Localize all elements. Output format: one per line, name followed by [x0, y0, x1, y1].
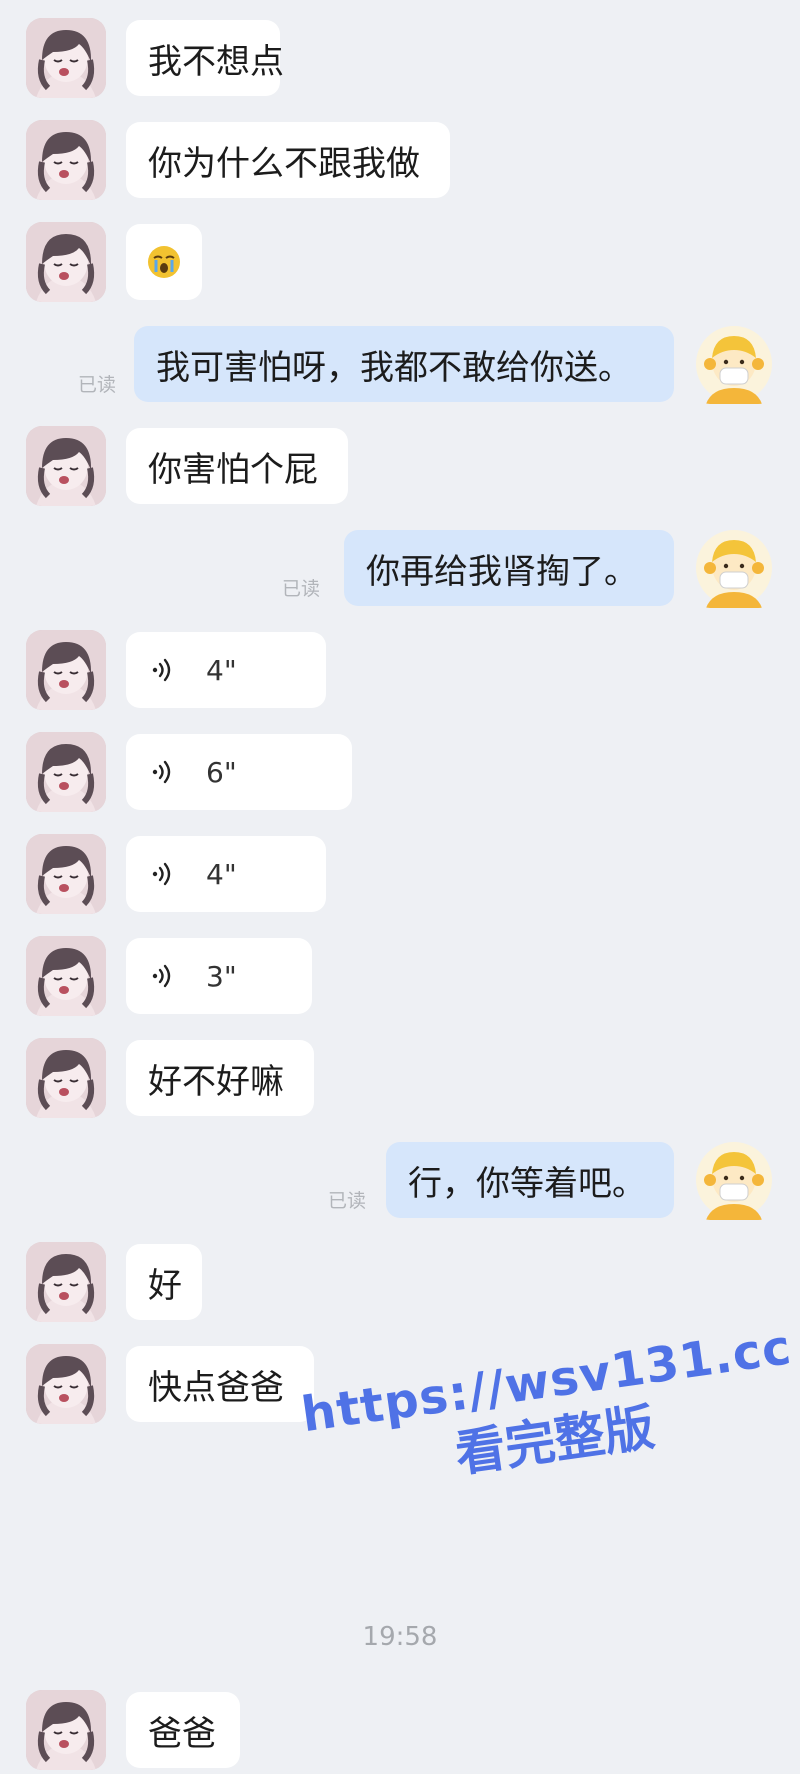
message-bubble[interactable]: 快点爸爸	[126, 1346, 314, 1422]
message-bubble[interactable]: 我可害怕呀，我都不敢给你送。	[134, 326, 674, 402]
message-text: 你为什么不跟我做	[148, 143, 420, 184]
girl-avatar-icon	[26, 1038, 106, 1118]
message-row: 已读 行，你等着吧。	[0, 1140, 800, 1224]
girl-avatar-icon	[26, 426, 106, 506]
read-receipt: 已读	[328, 1190, 367, 1212]
message-row: 4"	[0, 630, 800, 714]
voice-duration: 4"	[206, 857, 237, 891]
voice-wave-icon	[148, 961, 178, 991]
message-row: 爸爸	[0, 1690, 800, 1774]
message-text: 爸爸	[148, 1713, 216, 1754]
message-row: 已读 我可害怕呀，我都不敢给你送。	[0, 324, 800, 408]
read-receipt: 已读	[282, 578, 321, 600]
voice-wave-icon	[148, 859, 178, 889]
masked-person-avatar-icon	[696, 530, 772, 608]
message-text: 好	[148, 1265, 182, 1306]
voice-message[interactable]: 4"	[126, 836, 326, 912]
sender-avatar[interactable]	[26, 732, 106, 812]
sender-avatar[interactable]	[26, 834, 106, 914]
message-row	[0, 222, 800, 306]
voice-duration: 6"	[206, 755, 237, 789]
sender-avatar[interactable]	[26, 18, 106, 98]
voice-wave-icon	[148, 757, 178, 787]
user-avatar[interactable]	[694, 1140, 774, 1220]
message-bubble[interactable]: 行，你等着吧。	[386, 1142, 674, 1218]
sender-avatar[interactable]	[26, 426, 106, 506]
girl-avatar-icon	[26, 834, 106, 914]
girl-avatar-icon	[26, 18, 106, 98]
chat-window: 我不想点 你为什么不跟我做 已读 我可害怕呀，我都不敢给你送。 你害怕个屁 已读…	[0, 0, 800, 1770]
message-bubble[interactable]: 你再给我肾掏了。	[344, 530, 674, 606]
message-row: 已读 你再给我肾掏了。	[0, 528, 800, 612]
message-row: 4"	[0, 834, 800, 918]
voice-wave-icon	[148, 655, 178, 685]
girl-avatar-icon	[26, 936, 106, 1016]
sender-avatar[interactable]	[26, 630, 106, 710]
masked-person-avatar-icon	[696, 326, 772, 404]
message-row: 你害怕个屁	[0, 426, 800, 510]
sender-avatar[interactable]	[26, 120, 106, 200]
message-text: 好不好嘛	[148, 1061, 284, 1102]
message-row: 你为什么不跟我做	[0, 120, 800, 204]
sender-avatar[interactable]	[26, 1344, 106, 1424]
message-text: 我可害怕呀，我都不敢给你送。	[156, 347, 632, 388]
message-bubble[interactable]: 爸爸	[126, 1692, 240, 1768]
sender-avatar[interactable]	[26, 1038, 106, 1118]
message-row: 我不想点	[0, 18, 800, 102]
voice-duration: 3"	[206, 959, 237, 993]
message-row: 快点爸爸	[0, 1344, 800, 1428]
message-bubble[interactable]: 你为什么不跟我做	[126, 122, 450, 198]
voice-message[interactable]: 6"	[126, 734, 352, 810]
message-text: 你害怕个屁	[148, 449, 318, 490]
read-receipt: 已读	[78, 374, 117, 396]
message-timestamp: 19:58	[362, 1622, 438, 1652]
message-row: 3"	[0, 936, 800, 1020]
girl-avatar-icon	[26, 120, 106, 200]
sender-avatar[interactable]	[26, 222, 106, 302]
message-row: 好不好嘛	[0, 1038, 800, 1122]
sender-avatar[interactable]	[26, 1690, 106, 1770]
user-avatar[interactable]	[694, 528, 774, 608]
voice-duration: 4"	[206, 653, 237, 687]
message-bubble[interactable]: 好不好嘛	[126, 1040, 314, 1116]
sender-avatar[interactable]	[26, 1242, 106, 1322]
masked-person-avatar-icon	[696, 1142, 772, 1220]
girl-avatar-icon	[26, 1344, 106, 1424]
message-text: 你再给我肾掏了。	[366, 551, 638, 592]
girl-avatar-icon	[26, 1242, 106, 1322]
message-bubble[interactable]	[126, 224, 202, 300]
voice-message[interactable]: 3"	[126, 938, 312, 1014]
sender-avatar[interactable]	[26, 936, 106, 1016]
message-row: 好	[0, 1242, 800, 1326]
voice-message[interactable]: 4"	[126, 632, 326, 708]
message-bubble[interactable]: 你害怕个屁	[126, 428, 348, 504]
crying-face-icon	[145, 243, 183, 281]
girl-avatar-icon	[26, 222, 106, 302]
message-bubble[interactable]: 我不想点	[126, 20, 284, 96]
user-avatar[interactable]	[694, 324, 774, 404]
girl-avatar-icon	[26, 630, 106, 710]
girl-avatar-icon	[26, 732, 106, 812]
message-text: 行，你等着吧。	[408, 1163, 646, 1204]
message-text: 我不想点	[148, 41, 284, 82]
message-row: 6"	[0, 732, 800, 816]
message-bubble[interactable]: 好	[126, 1244, 202, 1320]
message-text: 快点爸爸	[148, 1367, 284, 1408]
girl-avatar-icon	[26, 1690, 106, 1770]
